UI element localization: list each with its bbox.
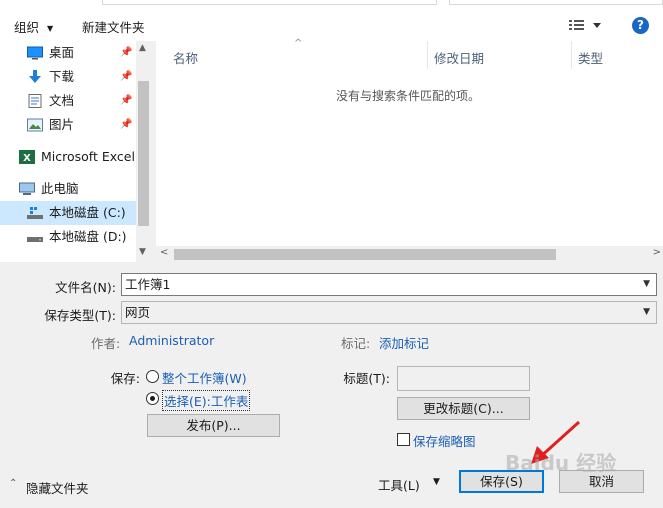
save-scope-label: 保存:	[110, 371, 140, 386]
column-header-name[interactable]: 名称	[173, 48, 198, 67]
watermark: Baidu 经验	[505, 451, 617, 475]
navigation-pane: 桌面 📌 下载 📌 文档 📌 图片 📌 X Microsoft Excel 此电…	[0, 41, 151, 262]
author-value[interactable]: Administrator	[129, 333, 214, 348]
entire-workbook-option[interactable]: 整个工作簿(W)	[162, 368, 247, 387]
nav-item-label: 桌面	[49, 45, 75, 60]
toolbar: 组织 ▼ 新建文件夹 ?	[0, 8, 663, 41]
nav-item-desktop[interactable]: 桌面 📌	[0, 41, 136, 65]
chevron-down-icon[interactable]: ▼	[433, 477, 440, 487]
download-icon	[29, 70, 41, 83]
nav-item-drive-d[interactable]: 本地磁盘 (D:)	[0, 225, 136, 249]
chevron-left-icon[interactable]: <	[160, 247, 168, 258]
organize-label: 组织	[14, 20, 40, 35]
tags-value[interactable]: 添加标记	[379, 333, 429, 352]
publish-button[interactable]: 发布(P)...	[147, 414, 280, 437]
pin-icon[interactable]: 📌	[120, 65, 132, 89]
filetype-label: 保存类型(T):	[44, 308, 116, 323]
computer-icon	[19, 182, 35, 195]
new-folder-button[interactable]: 新建文件夹	[82, 17, 145, 36]
picture-icon	[27, 118, 43, 132]
filename-field[interactable]: 工作簿1 ▼	[121, 273, 657, 296]
hide-folders-button[interactable]: 隐藏文件夹	[26, 478, 89, 497]
pin-icon[interactable]: 📌	[120, 113, 132, 137]
save-thumbnail-label[interactable]: 保存缩略图	[413, 431, 476, 450]
address-bar[interactable]	[102, 0, 437, 5]
chevron-down-icon: ▼	[643, 307, 650, 317]
nav-scrollbar[interactable]: ▲ ▼	[136, 41, 151, 262]
list-horizontal-scrollbar[interactable]: < >	[156, 246, 663, 262]
column-header-modified[interactable]: 修改日期	[434, 48, 484, 67]
nav-item-label: 文档	[49, 93, 75, 108]
column-divider[interactable]	[571, 41, 572, 69]
chevron-down-icon[interactable]: ▼	[139, 247, 146, 257]
chevron-up-icon[interactable]: ⌃	[9, 478, 17, 489]
tags-label: 标记:	[341, 336, 371, 351]
drive-d-icon	[27, 237, 43, 242]
author-label: 作者:	[91, 336, 121, 351]
nav-item-this-pc[interactable]: 此电脑	[0, 177, 136, 201]
filename-label: 文件名(N):	[55, 280, 116, 295]
help-icon[interactable]: ?	[632, 17, 649, 34]
column-divider[interactable]	[427, 41, 428, 69]
change-title-button[interactable]: 更改标题(C)...	[397, 397, 530, 420]
selection-radio[interactable]	[146, 392, 159, 405]
filetype-value: 网页	[125, 305, 151, 320]
nav-item-pictures[interactable]: 图片 📌	[0, 113, 136, 137]
desktop-icon	[27, 46, 43, 60]
excel-icon: X	[19, 150, 35, 164]
tools-button[interactable]: 工具(L)	[378, 475, 420, 494]
view-list-icon	[569, 20, 601, 30]
filename-value: 工作簿1	[125, 277, 171, 292]
selection-option[interactable]: 选择(E):工作表	[162, 390, 251, 411]
search-box[interactable]	[449, 0, 663, 5]
chevron-right-icon[interactable]: >	[653, 247, 661, 258]
nav-item-drive-c[interactable]: 本地磁盘 (C:)	[0, 201, 136, 225]
drive-c-icon	[27, 207, 43, 219]
entire-workbook-radio[interactable]	[146, 370, 159, 383]
nav-item-label: 此电脑	[41, 181, 79, 196]
nav-item-label: Microsoft Excel	[41, 149, 135, 164]
document-icon	[28, 94, 42, 108]
address-bar-strip	[0, 0, 663, 8]
nav-item-excel[interactable]: X Microsoft Excel	[0, 145, 136, 169]
organize-button[interactable]: 组织 ▼	[14, 17, 53, 36]
chevron-down-icon[interactable]: ▼	[643, 274, 650, 295]
title-label: 标题(T):	[343, 371, 390, 386]
view-options-button[interactable]	[568, 17, 608, 33]
title-field[interactable]	[397, 366, 530, 391]
nav-item-label: 本地磁盘 (D:)	[49, 229, 127, 244]
nav-item-label: 本地磁盘 (C:)	[49, 205, 126, 220]
filetype-select[interactable]: 网页 ▼	[121, 301, 657, 324]
nav-item-label: 下载	[49, 69, 75, 84]
scrollbar-thumb[interactable]	[138, 81, 149, 226]
chevron-up-icon[interactable]: ▲	[139, 43, 146, 53]
nav-item-label: 图片	[49, 117, 75, 132]
save-thumbnail-checkbox[interactable]	[397, 433, 410, 446]
file-list: ^ 名称 修改日期 类型 没有与搜索条件匹配的项。	[156, 38, 663, 262]
empty-list-message: 没有与搜索条件匹配的项。	[336, 89, 481, 103]
nav-item-downloads[interactable]: 下载 📌	[0, 65, 136, 89]
sort-ascending-icon: ^	[294, 38, 303, 49]
svg-text:X: X	[23, 153, 31, 164]
nav-item-documents[interactable]: 文档 📌	[0, 89, 136, 113]
scrollbar-thumb[interactable]	[174, 249, 556, 260]
pin-icon[interactable]: 📌	[120, 41, 132, 65]
chevron-down-icon: ▼	[47, 24, 54, 33]
column-header-type[interactable]: 类型	[578, 48, 603, 67]
pin-icon[interactable]: 📌	[120, 89, 132, 113]
